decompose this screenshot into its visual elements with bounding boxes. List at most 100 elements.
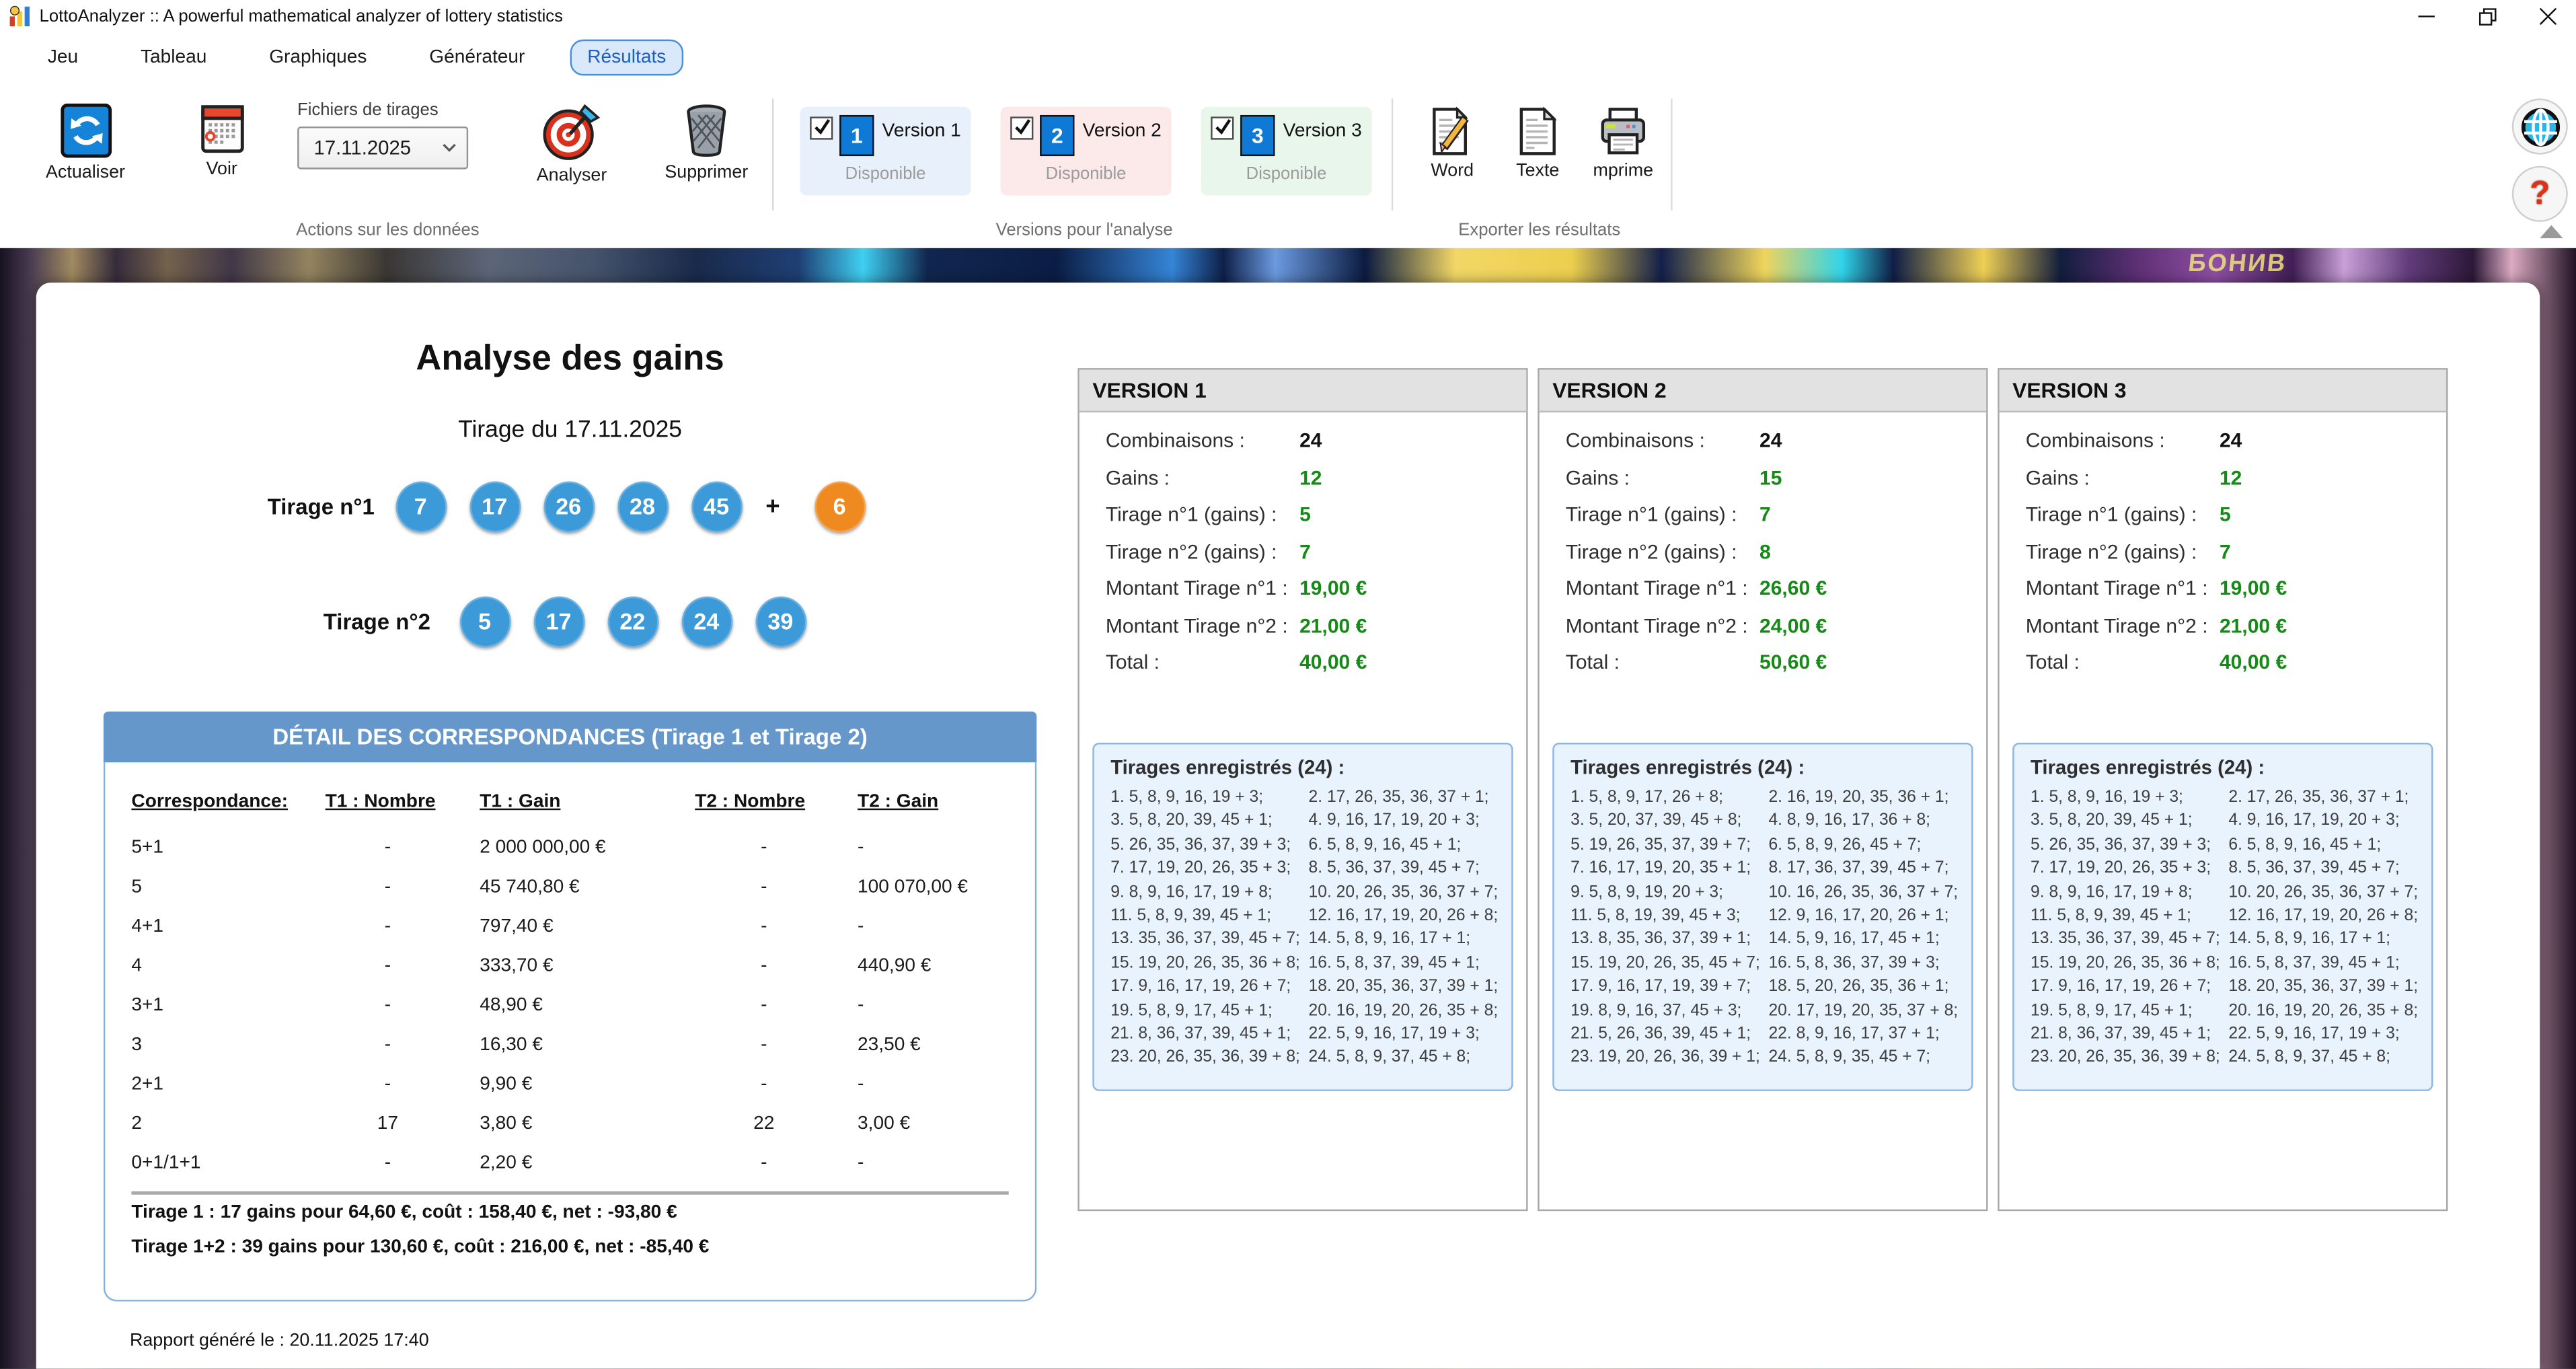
stat-value: 12 [1299,466,1322,488]
detail-table-header: DÉTAIL DES CORRESPONDANCES (Tirage 1 et … [104,712,1036,763]
collapse-ribbon-icon[interactable] [2540,225,2563,239]
group-caption-export: Exporter les résultats [1375,220,1704,239]
language-globe-button[interactable] [2512,99,2568,155]
globe-icon [2520,106,2561,147]
lotto-ball: 17 [533,595,584,646]
export-mprime-button[interactable]: mprime [1577,107,1669,181]
table-cell: - [326,996,451,1015]
tirage-entry: 21. 8, 36, 37, 39, 45 + 1; [1110,1024,1308,1047]
stat-value: 5 [2220,503,2231,525]
help-button[interactable]: ? [2512,166,2568,222]
stat-label: Combinaisons : [1566,429,1705,452]
summary-tirage1: Tirage 1 : 17 gains pour 64,60 €, coût :… [131,1203,677,1222]
menu-item-generateur[interactable]: Générateur [411,40,543,76]
table-cell: 9,90 € [480,1074,532,1094]
tirage-entry: 24. 5, 8, 9, 37, 45 + 8; [1309,1047,1507,1071]
tirage-entry: 7. 17, 19, 20, 26, 35 + 3; [2031,858,2228,882]
voir-label: Voir [169,159,274,179]
ribbon-card-version-2[interactable]: 2Version 2Disponible [1001,107,1172,196]
supprimer-button[interactable]: Supprimer [654,104,759,182]
trash-icon [682,104,731,158]
report-generated-timestamp: Rapport généré le : 20.11.2025 17:40 [130,1331,429,1351]
export-word-button[interactable]: Word [1406,107,1499,181]
stat-label: Gains : [1106,466,1170,488]
table-cell: - [695,996,833,1015]
stat-value: 12 [2220,466,2242,488]
version-2-checkbox[interactable] [1010,116,1033,139]
restore-button[interactable] [2460,0,2515,33]
table-cell: 3 [131,1035,142,1055]
table-cell: - [695,957,833,976]
check-icon [1213,116,1234,138]
table-cell: 333,70 € [480,957,553,976]
voir-button[interactable]: Voir [169,104,274,179]
stat-value: 24 [1759,429,1782,452]
tirage-entry: 4. 9, 16, 17, 19, 20 + 3; [2228,811,2426,834]
version-3-checkbox[interactable] [1211,116,1234,139]
menu-item-jeu[interactable]: Jeu [30,40,96,76]
tirage-entry: 2. 17, 26, 35, 36, 37 + 1; [1309,787,1507,811]
minimize-button[interactable] [2398,0,2454,33]
stat-label: Combinaisons : [1106,429,1245,452]
stat-value: 26,60 € [1759,577,1827,599]
analyser-button[interactable]: Analyser [519,104,624,186]
detail-column-header: Correspondance: [131,792,288,811]
tirage-entry: 13. 8, 35, 36, 37, 39 + 1; [1570,929,1768,953]
report-title: Analyse des gains [104,338,1036,379]
analyser-label: Analyser [519,166,624,186]
version-1-number-badge: 1 [839,115,874,156]
tirage1-label: Tirage n°1 [217,494,374,519]
version-1-status: Disponible [800,164,971,184]
files-combobox[interactable]: 17.11.2025 [297,126,468,170]
table-cell: - [695,1035,833,1055]
tirage-entry: 1. 5, 8, 9, 16, 19 + 3; [2031,787,2228,811]
tirage-entry: 17. 9, 16, 17, 19, 26 + 7; [2031,977,2228,1000]
stat-label: Montant Tirage n°2 : [1106,614,1288,636]
tirage2-label: Tirage n°2 [272,609,430,634]
tirages-box: Tirages enregistrés (24) :1. 5, 8, 9, 16… [1092,743,1513,1091]
export-texte-button[interactable]: Texte [1492,107,1584,181]
tirage-entry: 8. 5, 36, 37, 39, 45 + 7; [1309,858,1507,882]
stat-label: Tirage n°2 (gains) : [1106,540,1277,562]
stat-value: 40,00 € [2220,651,2287,673]
app-icon [8,5,31,28]
tirage-entry: 16. 5, 8, 36, 37, 39 + 3; [1768,953,1966,976]
close-button[interactable] [2520,0,2576,33]
word-doc-icon [1429,107,1475,156]
version-panel-2: VERSION 2Combinaisons :24Gains :15Tirage… [1538,368,1987,1211]
tirage-entry: 9. 8, 9, 16, 17, 19 + 8; [1110,882,1308,905]
actualiser-label: Actualiser [33,163,138,182]
stat-value: 24,00 € [1759,614,1827,636]
actualiser-button[interactable]: Actualiser [33,104,138,182]
tirage-entry: 12. 9, 16, 17, 20, 26 + 1; [1768,905,1966,929]
menu-item-tableau[interactable]: Tableau [122,40,225,76]
ribbon-card-version-3[interactable]: 3Version 3Disponible [1201,107,1372,196]
background-photo-text: БОНИВ [2187,250,2288,278]
stat-label: Montant Tirage n°1 : [1106,577,1288,599]
tirage-entry: 23. 19, 20, 26, 36, 39 + 1; [1570,1047,1768,1071]
table-cell: - [326,1035,451,1055]
lotto-ball: 39 [755,595,806,646]
menu-item-graphiques[interactable]: Graphiques [251,40,385,76]
tirage-entry: 9. 5, 8, 9, 19, 20 + 3; [1570,882,1768,905]
ribbon-card-version-1[interactable]: 1Version 1Disponible [800,107,971,196]
tirages-box-title: Tirages enregistrés (24) : [2031,756,2265,779]
plus-sign: + [765,493,780,521]
menu-item-resultats[interactable]: Résultats [569,40,684,76]
table-cell: 23,50 € [858,1035,921,1055]
version-1-checkbox[interactable] [810,116,833,139]
tirage-entry: 14. 5, 8, 9, 16, 17 + 1; [2228,929,2426,953]
export-word-label: Word [1406,161,1499,180]
version-2-status: Disponible [1001,164,1172,184]
stat-value: 19,00 € [2220,577,2287,599]
tirage-entry: 15. 19, 20, 26, 35, 36 + 8; [1110,953,1308,976]
text-doc-icon [1517,107,1560,156]
tirage-entry: 5. 26, 35, 36, 37, 39 + 3; [1110,834,1308,858]
tirage-entry: 20. 17, 19, 20, 35, 37 + 8; [1768,1000,1966,1024]
tirage-entry: 5. 19, 26, 35, 37, 39 + 7; [1570,834,1768,858]
tirage-entry: 19. 8, 9, 16, 37, 45 + 3; [1570,1000,1768,1024]
table-cell: 45 740,80 € [480,877,579,897]
tirages-box-title: Tirages enregistrés (24) : [1110,756,1344,779]
stat-value: 21,00 € [1299,614,1367,636]
stat-value: 50,60 € [1759,651,1827,673]
